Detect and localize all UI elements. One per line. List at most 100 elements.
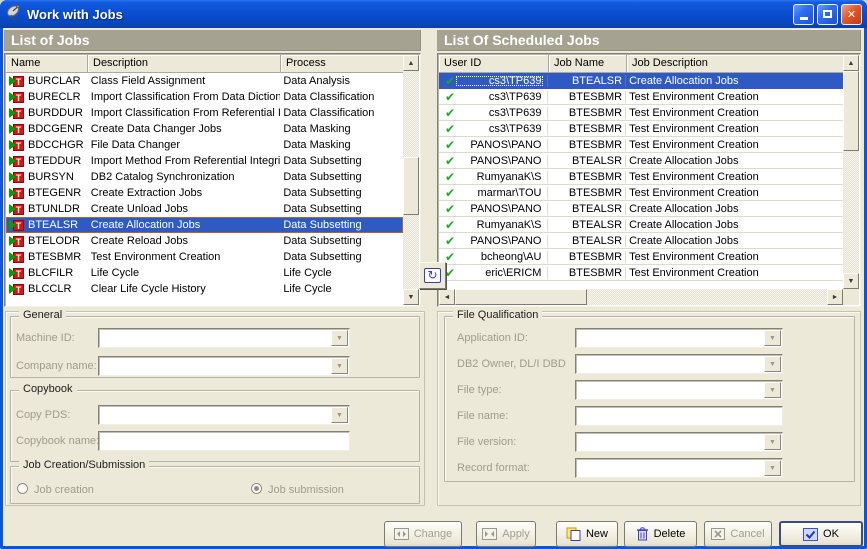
- table-row[interactable]: TBTEGENRCreate Extraction JobsData Subse…: [6, 185, 403, 201]
- scheduled-horizontal-scrollbar[interactable]: ◄ ►: [439, 289, 843, 305]
- job-submission-radio[interactable]: [251, 483, 262, 494]
- minimize-button[interactable]: [793, 4, 814, 25]
- change-button-label: Change: [414, 528, 453, 540]
- job-name: BURSYN: [28, 171, 74, 183]
- company-name-combobox[interactable]: ▼: [98, 356, 350, 376]
- chevron-down-icon[interactable]: ▼: [764, 460, 781, 476]
- list-of-jobs-header: List of Jobs: [4, 30, 421, 51]
- table-row[interactable]: TBDCCHGRFile Data ChangerData Masking: [6, 137, 403, 153]
- ok-button[interactable]: OK: [779, 521, 863, 547]
- scroll-thumb[interactable]: [455, 289, 587, 305]
- table-row[interactable]: ✔cs3\TP639BTESBMRTest Environment Creati…: [439, 89, 843, 105]
- scheduled-jobs-table-header: User IDJob NameJob Description: [439, 55, 845, 73]
- chevron-down-icon[interactable]: ▼: [331, 407, 348, 423]
- file-type-combobox[interactable]: ▼: [575, 380, 783, 400]
- table-row[interactable]: TBURCLARClass Field AssignmentData Analy…: [6, 73, 403, 89]
- record-format-combobox[interactable]: ▼: [575, 458, 783, 478]
- application-id-combobox[interactable]: ▼: [575, 328, 783, 348]
- column-header[interactable]: Job Description: [627, 55, 845, 73]
- table-row[interactable]: TBTESBMRTest Environment CreationData Su…: [6, 249, 403, 265]
- table-row[interactable]: TBURDDURImport Classification From Refer…: [6, 105, 403, 121]
- new-button[interactable]: New: [556, 521, 618, 547]
- change-button[interactable]: Change: [384, 521, 462, 547]
- scroll-thumb[interactable]: [843, 71, 859, 151]
- column-header[interactable]: Name: [6, 55, 88, 73]
- column-header[interactable]: Job Name: [549, 55, 627, 73]
- job-description: Test Environment Creation: [626, 107, 843, 119]
- new-document-icon: [566, 527, 581, 541]
- table-row[interactable]: ✔marmar\TOUBTESBMRTest Environment Creat…: [439, 185, 843, 201]
- change-icon: [394, 528, 409, 540]
- copybook-name-input[interactable]: [98, 431, 350, 451]
- table-row[interactable]: ✔PANOS\PANOBTEALSRCreate Allocation Jobs: [439, 153, 843, 169]
- cancel-icon: [711, 528, 725, 540]
- maximize-button[interactable]: [817, 4, 838, 25]
- reschedule-button[interactable]: ↻: [419, 262, 446, 289]
- copy-pds-combobox[interactable]: ▼: [98, 405, 350, 425]
- table-row[interactable]: ✔cs3\TP639BTESBMRTest Environment Creati…: [439, 105, 843, 121]
- run-arrow-icon: [9, 188, 16, 198]
- table-row[interactable]: ✔PANOS\PANOBTEALSRCreate Allocation Jobs: [439, 201, 843, 217]
- scroll-down-icon[interactable]: ▼: [843, 273, 859, 289]
- chevron-down-icon[interactable]: ▼: [764, 356, 781, 372]
- chevron-down-icon[interactable]: ▼: [764, 382, 781, 398]
- table-row[interactable]: TBTEALSRCreate Allocation JobsData Subse…: [6, 217, 403, 233]
- chevron-down-icon[interactable]: ▼: [331, 358, 348, 374]
- scroll-right-icon[interactable]: ►: [827, 289, 843, 305]
- column-header[interactable]: User ID: [439, 55, 549, 73]
- scheduled-vertical-scrollbar[interactable]: ▲ ▼: [843, 55, 859, 289]
- job-creation-radio[interactable]: [17, 483, 28, 494]
- table-row[interactable]: ✔eric\ERICMBTESBMRTest Environment Creat…: [439, 265, 843, 281]
- job-description: Test Environment Creation: [626, 187, 843, 199]
- scroll-up-icon[interactable]: ▲: [843, 55, 859, 71]
- run-arrow-icon: [9, 76, 16, 86]
- check-icon: ✔: [445, 140, 455, 150]
- table-row[interactable]: TBTUNLDRCreate Unload JobsData Subsettin…: [6, 201, 403, 217]
- delete-button[interactable]: Delete: [624, 521, 697, 547]
- job-description: Import Classification From Data Diction.…: [88, 91, 281, 103]
- apply-button[interactable]: Apply: [476, 521, 536, 547]
- check-icon: ✔: [445, 108, 455, 118]
- jobs-vertical-scrollbar[interactable]: ▲ ▼: [403, 55, 419, 305]
- job-description: Create Allocation Jobs: [626, 219, 843, 231]
- db2-owner-combobox[interactable]: ▼: [575, 354, 783, 374]
- table-row[interactable]: ✔bcheong\AUBTESBMRTest Environment Creat…: [439, 249, 843, 265]
- job-description: Create Allocation Jobs: [626, 235, 843, 247]
- table-row[interactable]: TBTELODRCreate Reload JobsData Subsettin…: [6, 233, 403, 249]
- chevron-down-icon[interactable]: ▼: [331, 330, 348, 346]
- table-row[interactable]: TBLCCLRClear Life Cycle HistoryLife Cycl…: [6, 281, 403, 297]
- scroll-thumb[interactable]: [403, 157, 419, 215]
- scroll-up-icon[interactable]: ▲: [403, 55, 419, 71]
- table-row[interactable]: ✔PANOS\PANOBTESBMRTest Environment Creat…: [439, 137, 843, 153]
- scheduled-jobs-table: User IDJob NameJob Description ✔cs3\TP63…: [437, 53, 861, 307]
- table-row[interactable]: ✔PANOS\PANOBTEALSRCreate Allocation Jobs: [439, 233, 843, 249]
- table-row[interactable]: ✔cs3\TP639BTESBMRTest Environment Creati…: [439, 121, 843, 137]
- job-name: BTUNLDR: [28, 203, 80, 215]
- trash-icon: [636, 527, 649, 541]
- cancel-button[interactable]: Cancel: [704, 521, 772, 547]
- table-row[interactable]: TBURECLRImport Classification From Data …: [6, 89, 403, 105]
- file-name-input[interactable]: [575, 406, 783, 426]
- machine-id-combobox[interactable]: ▼: [98, 328, 350, 348]
- job-process: Data Masking: [280, 123, 403, 135]
- chevron-down-icon[interactable]: ▼: [764, 330, 781, 346]
- table-row[interactable]: TBLCFILRLife CycleLife Cycle: [6, 265, 403, 281]
- table-row[interactable]: ✔RumyanaK\SBTESBMRTest Environment Creat…: [439, 169, 843, 185]
- user-id: PANOS\PANO: [455, 203, 544, 215]
- table-row[interactable]: ✔RumyanaK\SBTEALSRCreate Allocation Jobs: [439, 217, 843, 233]
- refresh-icon: ↻: [424, 268, 440, 283]
- chevron-down-icon[interactable]: ▼: [764, 434, 781, 450]
- table-row[interactable]: TBTEDDURImport Method From Referential I…: [6, 153, 403, 169]
- scroll-left-icon[interactable]: ◄: [439, 289, 455, 305]
- check-icon: ✔: [445, 172, 455, 182]
- column-header[interactable]: Description: [88, 55, 281, 73]
- copybook-name-label: Copybook name:: [16, 435, 99, 447]
- table-row[interactable]: ✔cs3\TP639BTEALSRCreate Allocation Jobs: [439, 73, 843, 89]
- satellite-dish-icon: [6, 4, 22, 25]
- file-version-combobox[interactable]: ▼: [575, 432, 783, 452]
- table-row[interactable]: TBDCGENRCreate Data Changer JobsData Mas…: [6, 121, 403, 137]
- column-header[interactable]: Process: [281, 55, 404, 73]
- table-row[interactable]: TBURSYNDB2 Catalog SynchronizationData S…: [6, 169, 403, 185]
- close-button[interactable]: ✕: [841, 4, 862, 25]
- scroll-down-icon[interactable]: ▼: [403, 289, 419, 305]
